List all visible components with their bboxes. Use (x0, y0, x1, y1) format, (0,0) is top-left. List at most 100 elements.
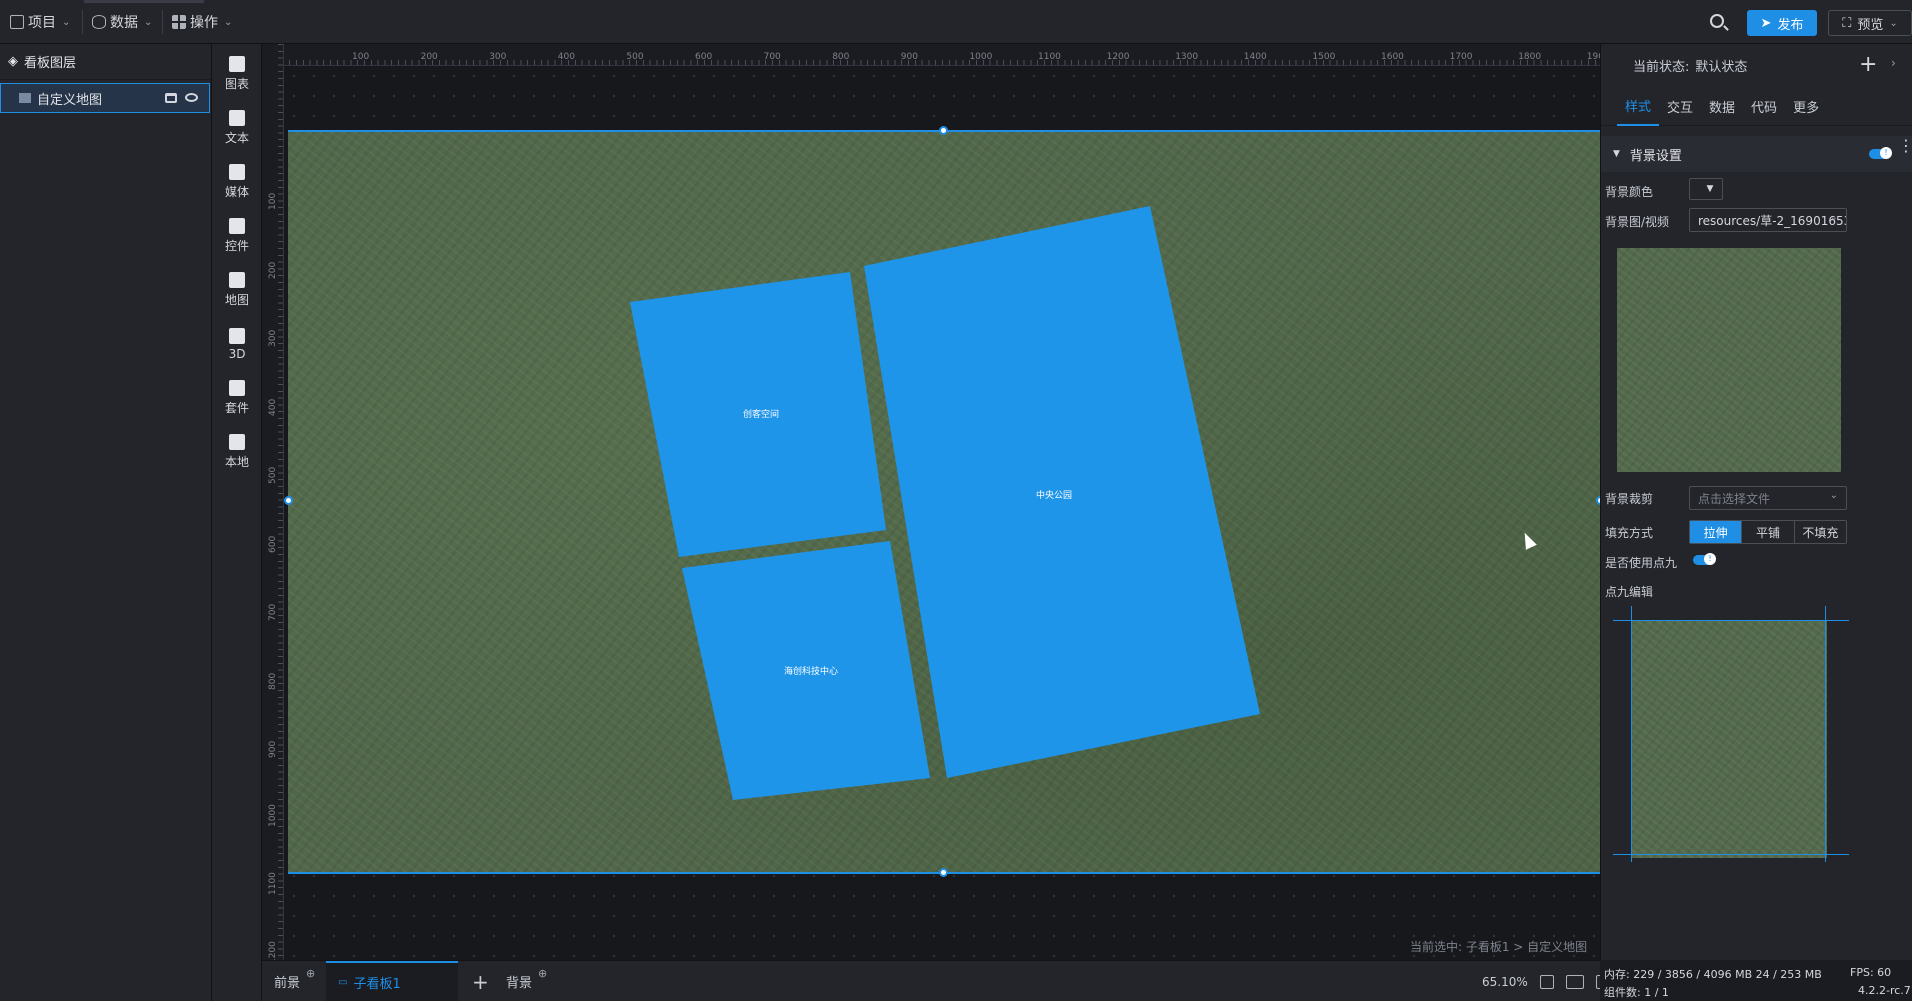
search-button[interactable] (1708, 12, 1730, 34)
chevron-down-icon: ⌄ (62, 16, 71, 28)
layer-panel-header: ◈ 看板图层 (0, 44, 211, 80)
label-use-nine: 是否使用点九 (1605, 556, 1678, 570)
ruler-tick-label: 600 (695, 52, 713, 62)
ruler-tick-label: 1200 (1106, 52, 1130, 62)
grid-icon (172, 15, 186, 29)
region-label: 海创科技中心 (784, 665, 838, 677)
unlock-icon[interactable] (165, 93, 177, 103)
label-bg-color: 背景颜色 (1605, 185, 1654, 199)
menu-project[interactable]: 项目 ⌄ (10, 0, 70, 44)
tab-interaction[interactable]: 交互 (1659, 86, 1701, 126)
layer-item[interactable]: 自定义地图 (0, 83, 210, 113)
map-icon (229, 272, 245, 288)
tool-3d[interactable]: 3D (212, 318, 262, 370)
chevron-down-icon: ⌄ (1889, 17, 1898, 29)
tool-chart[interactable]: 图表 (212, 48, 262, 100)
bg-crop-select[interactable]: 点击选择文件 ⌄ (1689, 486, 1847, 510)
version-label: 4.2.2-rc.7 (1858, 984, 1911, 997)
bg-image-select[interactable]: resources/草-2_1690165346 ⌄ (1689, 208, 1847, 232)
chevron-down-icon: ⌄ (144, 16, 153, 28)
nine-patch-editor[interactable] (1613, 606, 1849, 862)
map-layer-icon (19, 93, 31, 103)
publish-button[interactable]: ➤ 发布 (1747, 10, 1817, 36)
fullscreen-icon: ⛶ (1842, 15, 1852, 31)
zoom-level[interactable]: 65.10% (1482, 975, 1528, 989)
tab-style[interactable]: 样式 (1617, 86, 1660, 126)
ruler-tick-label: 1100 (1038, 52, 1061, 62)
label-bg-crop: 背景裁剪 (1605, 492, 1654, 506)
ruler-tick-label: 200 (268, 261, 278, 279)
component-count: 组件数: 1 / 1 (1604, 986, 1669, 999)
nine-guide-top[interactable] (1613, 620, 1849, 621)
board-icon: ▭ (338, 977, 348, 988)
section-toggle[interactable]: ! (1869, 147, 1892, 159)
tool-control[interactable]: 控件 (212, 210, 262, 262)
region-label: 创客空间 (743, 408, 779, 420)
property-tabs: 样式 交互 数据 代码 更多 (1601, 86, 1912, 126)
tab-more[interactable]: 更多 (1785, 86, 1827, 126)
background-section-header[interactable]: ▼ 背景设置 ! ⋮ (1601, 136, 1912, 172)
tab-foreground[interactable]: 前景 ⊕ (274, 961, 315, 1001)
puzzle-icon (229, 434, 245, 450)
fill-tile-option[interactable]: 平铺 (1742, 521, 1795, 543)
add-circle-icon[interactable]: ⊕ (306, 967, 315, 980)
chevron-down-icon: ⌄ (224, 16, 233, 28)
eye-icon[interactable] (185, 93, 198, 102)
ruler-tick-label: 1000 (268, 803, 278, 827)
top-bar: 项目 ⌄ 数据 ⌄ 操作 ⌄ ➤ 发布 ⛶ 预览 ⌄ (0, 0, 1912, 44)
ruler-tick-label: 500 (268, 466, 278, 484)
bottom-bar: 前景 ⊕ ▭ 子看板1 + 背景 ⊕ 65.10% (262, 960, 1610, 1001)
ruler-tick-label: 700 (763, 52, 781, 62)
add-circle-icon[interactable]: ⊕ (538, 967, 547, 980)
add-state-button[interactable]: + (1859, 52, 1877, 77)
tab-subboard[interactable]: ▭ 子看板1 (326, 961, 458, 1001)
chevron-right-icon[interactable]: › (1891, 56, 1896, 70)
tool-media[interactable]: 媒体 (212, 156, 262, 208)
more-options-icon[interactable]: ⋮ (1898, 138, 1912, 154)
text-icon (229, 110, 245, 126)
memory-readout: 内存: 229 / 3856 / 4096 MB 24 / 253 MB (1604, 968, 1822, 981)
nine-guide-right[interactable] (1825, 606, 1826, 862)
fill-none-option[interactable]: 不填充 (1795, 521, 1846, 543)
tab-code[interactable]: 代码 (1743, 86, 1785, 126)
ruler-tick-label: 1500 (1312, 52, 1336, 62)
ruler-tick-label: 300 (489, 52, 507, 62)
fill-mode-segmented: 拉伸 平铺 不填充 (1689, 520, 1847, 544)
fit-screen-icon[interactable] (1539, 974, 1554, 989)
nine-guide-left[interactable] (1631, 606, 1632, 862)
layer-panel: ◈ 看板图层 自定义地图 (0, 44, 212, 1001)
tool-map[interactable]: 地图 (212, 264, 262, 316)
tab-data[interactable]: 数据 (1701, 86, 1743, 126)
color-picker[interactable]: ▼ (1689, 178, 1723, 200)
ruler-tick-label: 100 (268, 192, 278, 210)
tool-local[interactable]: 本地 (212, 426, 262, 478)
keyboard-icon[interactable] (1565, 974, 1584, 989)
control-icon (229, 218, 245, 234)
tab-background[interactable]: 背景 ⊕ (506, 961, 547, 1001)
file-icon (10, 15, 24, 29)
ruler-tick-label: 1700 (1449, 52, 1473, 62)
ruler-tick-label: 300 (268, 329, 278, 347)
label-fill-mode: 填充方式 (1605, 526, 1654, 540)
tool-kit[interactable]: 套件 (212, 372, 262, 424)
nine-patch-toggle[interactable]: ! (1693, 553, 1716, 565)
chart-icon (229, 56, 245, 72)
ruler-tick-label: 1300 (1175, 52, 1199, 62)
ruler-tick-label: 400 (557, 52, 575, 62)
database-icon (92, 15, 106, 29)
preview-button[interactable]: ⛶ 预览 ⌄ (1828, 10, 1912, 36)
add-tab-button[interactable]: + (472, 961, 489, 1001)
fill-stretch-option[interactable]: 拉伸 (1690, 521, 1743, 543)
kit-icon (229, 380, 245, 396)
nine-guide-bottom[interactable] (1613, 854, 1849, 855)
tool-text[interactable]: 文本 (212, 102, 262, 154)
ruler-tick-label: 700 (268, 603, 278, 621)
media-icon (229, 164, 245, 180)
ruler-tick-label: 800 (832, 52, 850, 62)
bg-image-preview (1617, 248, 1841, 472)
menu-data[interactable]: 数据 ⌄ (92, 0, 152, 44)
ruler-tick-label: 900 (268, 740, 278, 758)
menu-operation[interactable]: 操作 ⌄ (172, 0, 232, 44)
state-selector[interactable]: 默认状态 (1695, 56, 1747, 75)
layers-icon: ◈ (8, 54, 18, 69)
